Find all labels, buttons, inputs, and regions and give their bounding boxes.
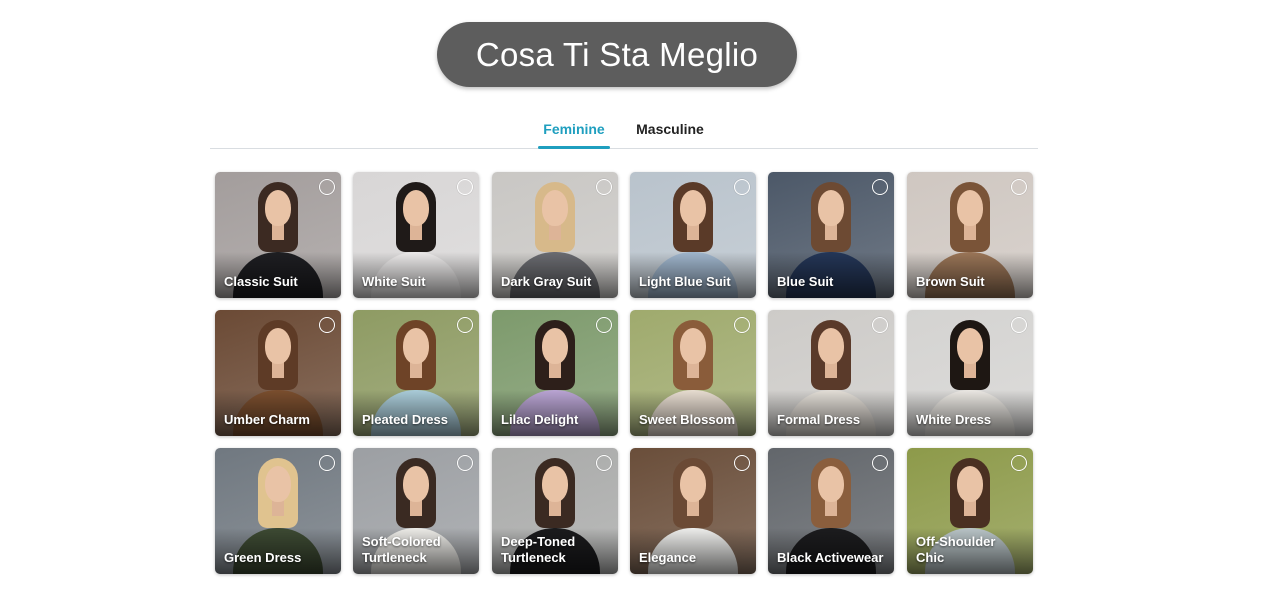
select-radio-icon[interactable] [734, 317, 750, 333]
style-label: Pleated Dress [362, 412, 448, 427]
style-label: Elegance [639, 550, 697, 565]
style-label: Blue Suit [777, 274, 834, 289]
style-label: White Suit [362, 274, 426, 289]
style-card[interactable]: Formal Dress [768, 310, 894, 436]
style-label: Soft-Colored Turtleneck [362, 534, 441, 565]
style-card[interactable]: Pleated Dress [353, 310, 479, 436]
style-label: Black Activewear [777, 550, 884, 565]
select-radio-icon[interactable] [457, 317, 473, 333]
style-card[interactable]: White Dress [907, 310, 1033, 436]
select-radio-icon[interactable] [457, 455, 473, 471]
style-label: Off-Shoulder Chic [916, 534, 996, 565]
tab-masculine[interactable]: Masculine [630, 112, 710, 148]
select-radio-icon[interactable] [872, 455, 888, 471]
select-radio-icon[interactable] [1011, 179, 1027, 195]
style-label: White Dress [916, 412, 992, 427]
style-card[interactable]: Green Dress [215, 448, 341, 574]
style-label: Sweet Blossom [639, 412, 736, 427]
portrait-face [542, 328, 568, 364]
page-title: Cosa Ti Sta Meglio [437, 22, 797, 87]
portrait-face [818, 190, 844, 226]
portrait-face [542, 466, 568, 502]
style-card[interactable]: Blue Suit [768, 172, 894, 298]
style-card[interactable]: Lilac Delight [492, 310, 618, 436]
select-radio-icon[interactable] [872, 317, 888, 333]
portrait-face [265, 190, 291, 226]
select-radio-icon[interactable] [1011, 455, 1027, 471]
style-card[interactable]: Classic Suit [215, 172, 341, 298]
style-card[interactable]: Deep-Toned Turtleneck [492, 448, 618, 574]
style-label: Lilac Delight [501, 412, 579, 427]
select-radio-icon[interactable] [596, 455, 612, 471]
style-card[interactable]: White Suit [353, 172, 479, 298]
style-label: Dark Gray Suit [501, 274, 592, 289]
select-radio-icon[interactable] [457, 179, 473, 195]
style-card[interactable]: Umber Charm [215, 310, 341, 436]
select-radio-icon[interactable] [1011, 317, 1027, 333]
portrait-face [818, 466, 844, 502]
select-radio-icon[interactable] [319, 179, 335, 195]
style-label: Deep-Toned Turtleneck [501, 534, 576, 565]
style-label: Light Blue Suit [639, 274, 731, 289]
select-radio-icon[interactable] [596, 179, 612, 195]
portrait-face [680, 328, 706, 364]
portrait-face [403, 466, 429, 502]
style-label: Classic Suit [224, 274, 298, 289]
style-card[interactable]: Dark Gray Suit [492, 172, 618, 298]
portrait-face [265, 328, 291, 364]
style-label: Formal Dress [777, 412, 861, 427]
portrait-face [680, 190, 706, 226]
style-card[interactable]: Soft-Colored Turtleneck [353, 448, 479, 574]
category-tabs: Feminine Masculine [210, 112, 1038, 149]
portrait-face [680, 466, 706, 502]
select-radio-icon[interactable] [596, 317, 612, 333]
portrait-face [542, 190, 568, 226]
style-card[interactable]: Elegance [630, 448, 756, 574]
portrait-face [265, 466, 291, 502]
select-radio-icon[interactable] [872, 179, 888, 195]
style-label: Umber Charm [224, 412, 310, 427]
style-label: Green Dress [224, 550, 302, 565]
portrait-face [403, 328, 429, 364]
style-card[interactable]: Brown Suit [907, 172, 1033, 298]
style-card[interactable]: Black Activewear [768, 448, 894, 574]
style-card[interactable]: Off-Shoulder Chic [907, 448, 1033, 574]
tab-feminine[interactable]: Feminine [538, 112, 610, 149]
select-radio-icon[interactable] [734, 179, 750, 195]
portrait-face [957, 190, 983, 226]
style-label: Brown Suit [916, 274, 985, 289]
style-card[interactable]: Light Blue Suit [630, 172, 756, 298]
select-radio-icon[interactable] [319, 317, 335, 333]
portrait-face [403, 190, 429, 226]
style-card[interactable]: Sweet Blossom [630, 310, 756, 436]
portrait-face [957, 466, 983, 502]
select-radio-icon[interactable] [734, 455, 750, 471]
portrait-face [957, 328, 983, 364]
select-radio-icon[interactable] [319, 455, 335, 471]
portrait-face [818, 328, 844, 364]
